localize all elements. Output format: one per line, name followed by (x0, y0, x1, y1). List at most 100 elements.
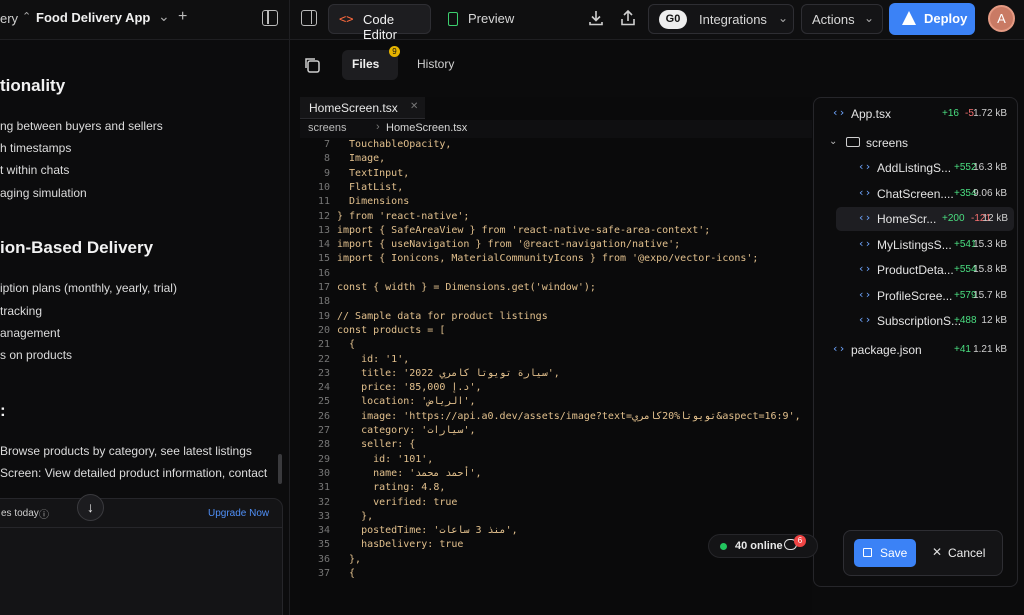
file-size: 1.21 kB (973, 344, 1007, 355)
code-line[interactable]: const products = [ (337, 325, 445, 336)
tab-history[interactable]: History (409, 50, 479, 80)
chat-scrollbar[interactable] (278, 454, 282, 484)
code-line[interactable]: { (337, 568, 355, 579)
integrations-button[interactable]: G0 Integrations ⌄ (648, 4, 794, 34)
chevron-updown-icon[interactable]: ⌃ (22, 10, 31, 23)
file-size: 1.72 kB (973, 108, 1007, 119)
panel-toggle-icon[interactable] (301, 10, 317, 26)
code-line[interactable]: Image, (337, 153, 385, 164)
deploy-button[interactable]: Deploy (889, 3, 975, 35)
breadcrumb-folder[interactable]: screens (308, 122, 347, 134)
file-row[interactable]: ‹› ProfileScree... +579 15.7 kB (814, 284, 1017, 308)
code-line[interactable]: } from 'react-native'; (337, 211, 469, 222)
folder-icon (846, 137, 860, 147)
code-line[interactable]: FlatList, (337, 182, 403, 193)
tab-files[interactable]: Files 9 (342, 46, 400, 80)
cancel-button[interactable]: ✕ Cancel (926, 539, 996, 567)
file-row[interactable]: ‹› ProductDeta... +554 15.8 kB (814, 258, 1017, 282)
project-header: ery ⌃ Food Delivery App ⌄ + (0, 0, 290, 40)
breadcrumb-file[interactable]: HomeScreen.tsx (386, 122, 467, 134)
file-row[interactable]: ‹› ChatScreen.... +354 9.06 kB (814, 182, 1017, 206)
code-line[interactable]: import { useNavigation } from '@react-na… (337, 239, 680, 250)
share-icon[interactable] (619, 9, 637, 27)
tab-code-editor-label: Code Editor (363, 12, 397, 42)
code-file-icon: ‹› (858, 237, 872, 250)
project-breadcrumb[interactable]: ery (0, 11, 18, 26)
code-line[interactable]: { (337, 339, 355, 350)
code-line[interactable]: postedTime: 'منذ 3 ساعات', (337, 525, 518, 536)
folder-row[interactable]: ⌄ screens (814, 131, 1017, 155)
tab-code-editor[interactable]: <> Code Editor (328, 4, 431, 42)
chevron-down-icon: ⌄ (864, 11, 875, 25)
line-number: 11 (317, 196, 330, 207)
line-number: 25 (317, 396, 330, 407)
messages-today: es today (1, 508, 39, 519)
code-line[interactable]: import { Ionicons, MaterialCommunityIcon… (337, 253, 758, 264)
integrations-logo: G0 (659, 10, 687, 29)
code-line[interactable]: }, (337, 554, 361, 565)
file-size: 9.06 kB (973, 188, 1007, 199)
chat-input-box[interactable]: es today ⓘ Upgrade Now (0, 498, 283, 615)
code-file-icon: ‹› (858, 262, 872, 275)
code-line[interactable]: title: 'سيارة تويوتا كامري 2022', (337, 368, 560, 379)
save-button[interactable]: Save (854, 539, 916, 567)
sidebar-toggle-icon[interactable] (262, 10, 278, 26)
scroll-down-button[interactable]: ↓ (77, 494, 104, 521)
download-icon[interactable] (587, 9, 605, 27)
code-line[interactable]: import { SafeAreaView } from 'react-nati… (337, 225, 710, 236)
line-number: 13 (317, 225, 330, 236)
code-line[interactable]: TouchableOpacity, (337, 139, 451, 150)
chevron-down-icon[interactable]: ⌄ (829, 136, 837, 147)
line-number: 15 (317, 253, 330, 264)
code-line[interactable]: price: '85,000 د.إ', (337, 382, 481, 393)
code-line[interactable]: category: 'سيارات', (337, 425, 475, 436)
code-line[interactable]: image: 'https://api.a0.dev/assets/image?… (337, 411, 801, 422)
copy-icon[interactable] (303, 56, 321, 74)
upgrade-link[interactable]: Upgrade Now (208, 508, 269, 519)
code-line[interactable]: hasDelivery: true (337, 539, 463, 550)
file-row[interactable]: ‹› App.tsx +16 -5 1.72 kB (814, 102, 1017, 126)
file-row[interactable]: ‹› AddListingS... +552 16.3 kB (814, 156, 1017, 180)
line-number: 28 (317, 439, 330, 450)
chevron-down-icon[interactable]: ⌄ (158, 8, 170, 25)
info-icon[interactable]: ⓘ (39, 506, 49, 521)
line-number: 36 (317, 554, 330, 565)
file-size: 15.8 kB (973, 264, 1007, 275)
code-line[interactable]: Dimensions (337, 196, 409, 207)
close-icon: ✕ (932, 545, 943, 559)
file-row[interactable]: ‹› MyListingsS... +541 15.3 kB (814, 233, 1017, 257)
avatar[interactable]: A (988, 5, 1015, 32)
line-number: 7 (323, 139, 330, 150)
file-row[interactable]: ‹› SubscriptionS... +488 12 kB (814, 309, 1017, 333)
code-line[interactable]: rating: 4.8, (337, 482, 445, 493)
code-line[interactable]: name: 'أحمد محمد', (337, 468, 481, 479)
code-line[interactable]: }, (337, 511, 373, 522)
file-name: package.json (851, 343, 922, 357)
plus-icon[interactable]: + (178, 8, 187, 26)
actions-button[interactable]: Actions ⌄ (801, 4, 883, 34)
editor-file-tab[interactable]: HomeScreen.tsx ✕ (300, 97, 425, 119)
deploy-icon (902, 11, 916, 25)
code-line[interactable]: id: '1', (337, 354, 409, 365)
file-size: 16.3 kB (973, 162, 1007, 173)
code-line[interactable]: // Sample data for product listings (337, 311, 548, 322)
file-name: AddListingS... (877, 161, 952, 175)
code-line[interactable]: verified: true (337, 497, 457, 508)
code-file-icon: ‹› (858, 288, 872, 301)
line-number: 27 (317, 425, 330, 436)
code-line[interactable]: seller: { (337, 439, 415, 450)
file-row[interactable]: ‹› HomeScr... +200 -121 12 kB (836, 207, 1014, 231)
tab-preview[interactable]: Preview (438, 4, 524, 34)
top-bar: ery ⌃ Food Delivery App ⌄ + <> Code Edit… (0, 0, 1024, 42)
code-line[interactable]: location: 'الرياض', (337, 396, 475, 407)
app-name[interactable]: Food Delivery App (36, 10, 150, 25)
tab-history-label: History (417, 57, 455, 71)
feature-item: t within chats (0, 163, 70, 177)
files-badge: 9 (389, 46, 400, 57)
code-line[interactable]: id: '101', (337, 454, 433, 465)
close-icon[interactable]: ✕ (410, 101, 418, 112)
code-file-icon: ‹› (858, 186, 872, 199)
code-line[interactable]: const { width } = Dimensions.get('window… (337, 282, 596, 293)
code-line[interactable]: TextInput, (337, 168, 409, 179)
file-row[interactable]: ‹› package.json +41 1.21 kB (814, 338, 1017, 362)
